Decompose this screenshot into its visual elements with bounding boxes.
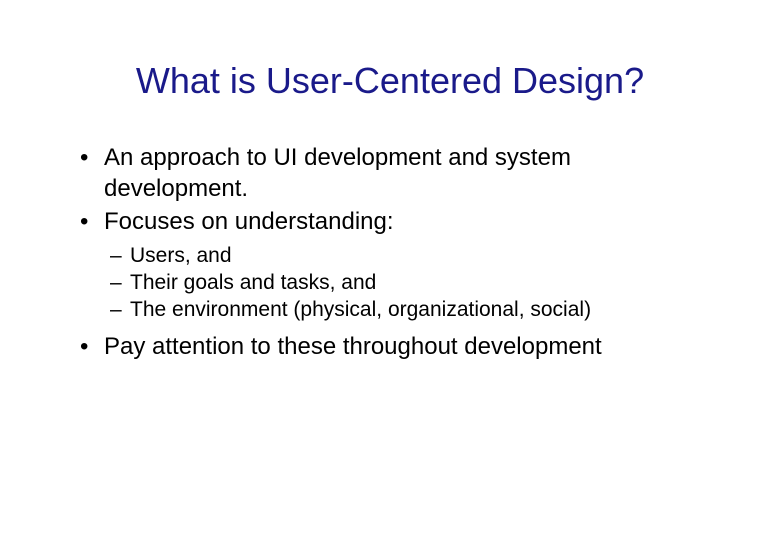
slide-title: What is User-Centered Design? [60, 60, 720, 102]
sub-bullet-list: Users, and Their goals and tasks, and Th… [60, 242, 720, 324]
sub-bullet-item: Their goals and tasks, and [110, 269, 720, 296]
main-bullet-list: An approach to UI development and system… [60, 142, 720, 238]
sub-bullet-item: The environment (physical, organizationa… [110, 296, 720, 323]
main-bullet-list: Pay attention to these throughout develo… [60, 331, 720, 362]
bullet-item: Focuses on understanding: [80, 206, 720, 237]
bullet-item: An approach to UI development and system… [80, 142, 720, 204]
sub-bullet-item: Users, and [110, 242, 720, 269]
bullet-item: Pay attention to these throughout develo… [80, 331, 720, 362]
